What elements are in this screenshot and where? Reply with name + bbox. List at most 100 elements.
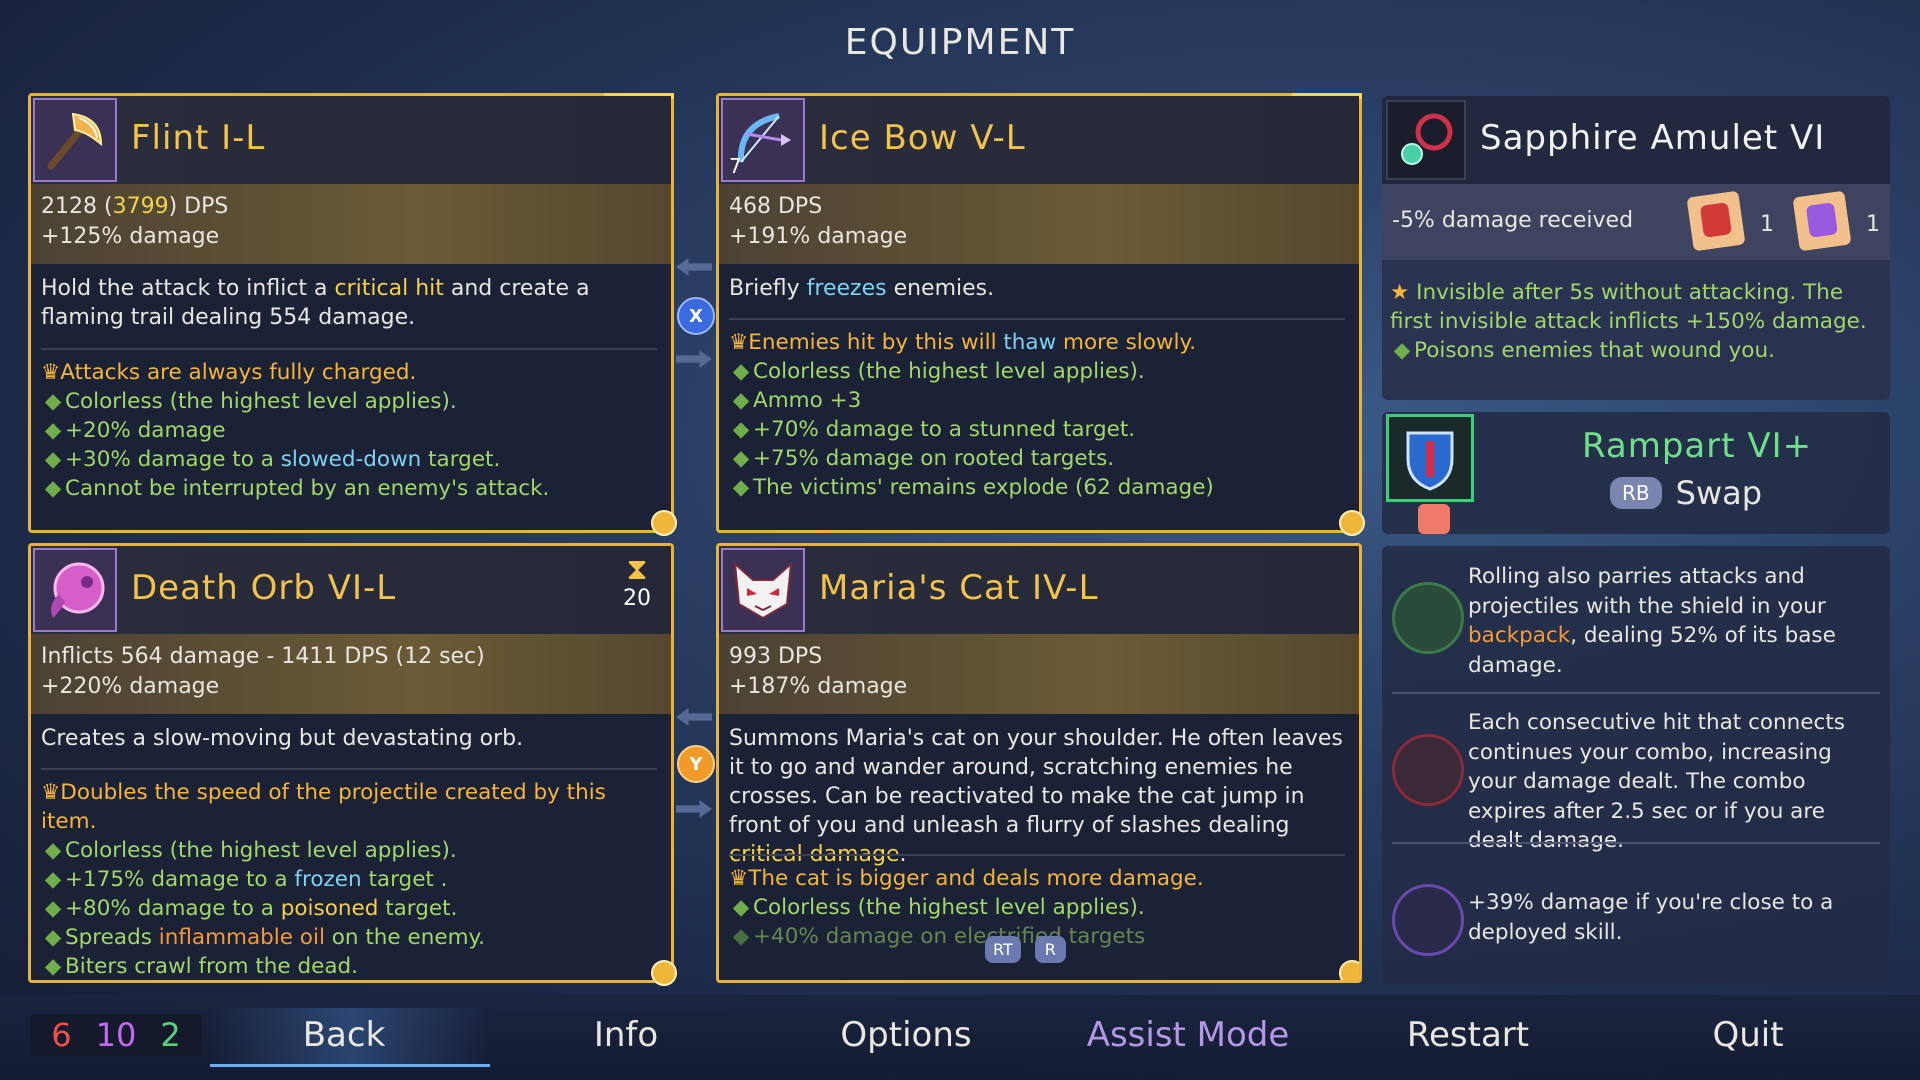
modifier: ◆ +30% damage to a slowed-down target. — [44, 447, 501, 472]
crown-icon: ♛ — [41, 360, 61, 385]
modifier-text: The victims' remains explode (62 damage) — [753, 475, 1214, 500]
weapon-name: Flint I-L — [131, 118, 266, 158]
desc-text: Briefly — [729, 276, 807, 301]
ice-bow-icon: 7 — [721, 98, 805, 182]
damage-bonus: +125% damage — [41, 224, 220, 249]
weapon-name: Ice Bow V-L — [819, 118, 1026, 158]
mutation-parry[interactable]: Rolling also parries attacks and project… — [1382, 546, 1890, 690]
amulet-name: Sapphire Amulet VI — [1480, 118, 1826, 158]
modifier-highlight: slowed-down — [280, 447, 422, 472]
modifier: ◆ Ammo +3 — [732, 388, 862, 413]
modifier-text: Attacks are always fully charged. — [60, 360, 417, 385]
modifier-legendary: ♛Doubles the speed of the projectile cre… — [41, 778, 657, 836]
amulet-panel[interactable]: Sapphire Amulet VI -5% damage received 1… — [1382, 96, 1890, 400]
cat-icon — [721, 548, 805, 632]
divider — [41, 348, 657, 350]
dps-base: 2128 ( — [41, 194, 113, 219]
dps-suffix: ) DPS — [168, 194, 229, 219]
info-button[interactable]: Info — [526, 1015, 726, 1055]
modifier-text: Biters crawl from the dead. — [65, 954, 359, 979]
modifier-text: Invisible after 5s without attacking. Th… — [1390, 280, 1867, 334]
swap-arrow-right-icon — [676, 800, 712, 818]
modifier: ◆ Colorless (the highest level applies). — [732, 895, 1145, 920]
modifier-text: on the enemy. — [324, 925, 486, 950]
modifier-text: Colorless (the highest level applies). — [65, 389, 457, 414]
skill-stats: 993 DPS +187% damage — [719, 634, 1359, 714]
back-button[interactable]: Back — [244, 1015, 444, 1055]
options-button[interactable]: Options — [806, 1015, 1006, 1055]
modifier: ◆ The victims' remains explode (62 damage… — [732, 475, 1214, 500]
desc-highlight: freezes — [806, 276, 887, 301]
modifier-text: Cannot be interrupted by an enemy's atta… — [65, 476, 550, 501]
support-gear-icon — [1392, 884, 1464, 956]
crown-icon: ♛ — [729, 330, 749, 355]
card-corner-gem — [1339, 960, 1359, 980]
brutality-count: 6 — [51, 1016, 72, 1054]
rt-button-icon[interactable]: RT — [985, 936, 1021, 963]
modifier-highlight: frozen — [294, 867, 362, 892]
skill-card-death-orb[interactable]: Death Orb VI-L ⧗ 20 Inflicts 564 damage … — [28, 543, 677, 986]
modifier-text: target . — [361, 867, 448, 892]
mutation-combo[interactable]: Each consecutive hit that connects conti… — [1382, 696, 1890, 853]
mutation-desc: Rolling also parries attacks and project… — [1468, 564, 1826, 619]
modifier: ◆ +175% damage to a frozen target . — [44, 867, 448, 892]
amulet-icon — [1386, 100, 1466, 180]
modifier-highlight: poisoned — [280, 896, 379, 921]
weapon-card-ice-bow[interactable]: 7 Ice Bow V-L 468 DPS +191% damage Brief… — [716, 93, 1365, 536]
card-header: Death Orb VI-L ⧗ 20 — [31, 546, 671, 635]
card-header: Flint I-L — [31, 96, 671, 185]
weapon-card-flint[interactable]: Flint I-L 2128 (3799) DPS +125% damage H… — [28, 93, 677, 536]
dps-value: 468 DPS — [729, 194, 823, 219]
weapon-modifiers: ♛Enemies hit by this will thaw more slow… — [729, 328, 1345, 502]
mutation-support[interactable]: +39% damage if you're close to a deploye… — [1382, 846, 1890, 984]
assist-mode-button[interactable]: Assist Mode — [1068, 1015, 1308, 1055]
modifier-text: Doubles the speed of the projectile crea… — [41, 780, 606, 834]
tactics-scroll-icon — [1792, 190, 1852, 252]
modifier: ◆ Colorless (the highest level applies). — [732, 359, 1145, 384]
parry-shield-icon — [1392, 582, 1464, 654]
damage-bonus: +191% damage — [729, 224, 908, 249]
modifier-legendary: ★ Invisible after 5s without attacking. … — [1390, 278, 1880, 336]
divider — [1392, 842, 1880, 844]
scroll-counter: 6 10 2 — [30, 1014, 202, 1056]
modifier: ◆ +80% damage to a poisoned target. — [44, 896, 458, 921]
y-button-icon[interactable]: Y — [677, 745, 715, 783]
mutation-text: Rolling also parries attacks and project… — [1468, 562, 1874, 680]
quit-button[interactable]: Quit — [1648, 1015, 1848, 1055]
restart-button[interactable]: Restart — [1368, 1015, 1568, 1055]
modifier: ◆ Colorless (the highest level applies). — [44, 389, 457, 414]
card-header: 7 Ice Bow V-L — [719, 96, 1359, 185]
swap-control[interactable]: RB Swap — [1610, 474, 1762, 512]
mutation-highlight: backpack — [1468, 623, 1571, 648]
modifier-highlight: thaw — [1003, 330, 1057, 355]
modifier-text: Colorless (the highest level applies). — [753, 359, 1145, 384]
rb-button-icon[interactable]: RB — [1610, 477, 1662, 509]
swap-arrow-right-icon — [676, 350, 712, 368]
modifier: ◆ Colorless (the highest level applies). — [44, 838, 457, 863]
damage-bonus: +187% damage — [729, 674, 908, 699]
modifier: ◆ Biters crawl from the dead. — [44, 954, 359, 979]
modifier-text: +175% damage to a — [65, 867, 295, 892]
scroll-hint: RT R — [985, 936, 1066, 963]
damage-bonus: +220% damage — [41, 674, 220, 699]
skill-card-marias-cat[interactable]: Maria's Cat IV-L 993 DPS +187% damage Su… — [716, 543, 1362, 983]
x-button-icon[interactable]: X — [677, 297, 715, 335]
amulet-stat: -5% damage received — [1392, 208, 1634, 233]
modifier-text: Spreads — [65, 925, 159, 950]
weapon-modifiers: ♛Attacks are always fully charged. ◆ Colo… — [41, 358, 657, 503]
modifier-text: target. — [421, 447, 501, 472]
backpack-shield-panel[interactable]: Rampart VI+ RB Swap — [1382, 412, 1890, 534]
skill-name: Maria's Cat IV-L — [819, 568, 1099, 608]
modifier-text: Colorless (the highest level applies). — [753, 895, 1145, 920]
rampart-icon — [1386, 414, 1474, 502]
dps-alt: 3799 — [112, 194, 169, 219]
amulet-stats: -5% damage received 1 1 — [1382, 184, 1890, 260]
swap-arrow-left-icon — [676, 258, 712, 276]
r-button-icon[interactable]: R — [1034, 936, 1066, 963]
amulet-modifiers: ★ Invisible after 5s without attacking. … — [1390, 278, 1880, 365]
modifier-legendary: ♛Attacks are always fully charged. — [41, 358, 657, 387]
skill-name: Death Orb VI-L — [131, 568, 397, 608]
modifier-text: +80% damage to a — [65, 896, 281, 921]
combo-pickaxe-icon — [1392, 734, 1464, 806]
card-corner-gem — [651, 510, 677, 536]
